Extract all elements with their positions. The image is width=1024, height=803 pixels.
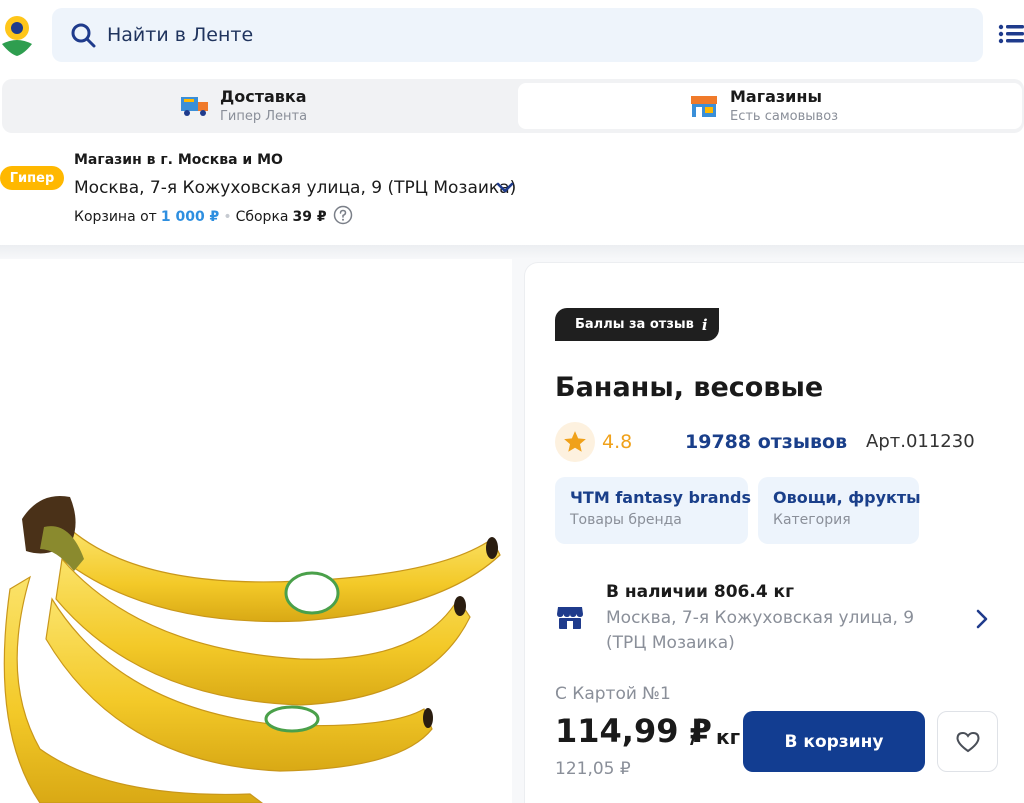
- help-icon[interactable]: [333, 205, 353, 229]
- product-title: Бананы, весовые: [555, 372, 824, 403]
- star-icon: [564, 431, 586, 452]
- basket-label: Корзина от: [74, 209, 157, 225]
- favorite-button[interactable]: [937, 711, 998, 772]
- review-points-badge[interactable]: Баллы за отзыв i: [555, 308, 719, 341]
- heart-icon: [955, 731, 980, 752]
- delivery-mode-switch: Доставка Гипер Лента Магазины Есть самов…: [2, 79, 1024, 133]
- shop-icon: [556, 605, 584, 635]
- search-bar[interactable]: [52, 8, 983, 62]
- store-icon: [690, 94, 718, 122]
- article-number: Арт.011230: [866, 431, 975, 452]
- lenta-logo[interactable]: [0, 14, 34, 58]
- tab-stores-subtitle: Есть самовывоз: [730, 109, 839, 124]
- info-icon: i: [701, 315, 708, 334]
- store-format-badge: Гипер: [0, 166, 64, 190]
- chevron-down-icon[interactable]: [495, 180, 515, 199]
- review-points-label: Баллы за отзыв: [575, 317, 694, 332]
- meta-separator: •: [223, 209, 232, 225]
- rating-value: 4.8: [602, 431, 633, 453]
- reviews-link[interactable]: 19788 отзывов: [685, 431, 847, 453]
- product-image[interactable]: [0, 259, 512, 803]
- tab-stores[interactable]: Магазины Есть самовывоз: [518, 83, 1022, 129]
- store-conditions: Корзина от 1 000 ₽ • Сборка 39 ₽: [74, 205, 353, 229]
- store-address[interactable]: Москва, 7-я Кожуховская улица, 9 (ТРЦ Мо…: [74, 178, 516, 198]
- regular-price: 121,05 ₽: [555, 759, 631, 779]
- brand-name: ЧТМ fantasy brands: [570, 488, 751, 507]
- divider: [0, 245, 1024, 259]
- assembly-label: Сборка: [235, 209, 289, 225]
- price-unit: кг: [716, 725, 741, 749]
- tab-delivery-title: Доставка: [220, 87, 307, 106]
- tab-delivery[interactable]: Доставка Гипер Лента: [2, 79, 514, 133]
- assembly-price: 39 ₽: [292, 209, 327, 225]
- chevron-right-icon[interactable]: [975, 609, 989, 633]
- delivery-truck-icon: [180, 93, 210, 121]
- tab-stores-title: Магазины: [730, 87, 822, 106]
- search-icon: [70, 22, 96, 52]
- stock-availability: В наличии 806.4 кг: [606, 582, 794, 602]
- category-caption: Категория: [773, 512, 851, 528]
- loyalty-card-label: С Картой №1: [555, 684, 671, 704]
- category-name: Овощи, фрукты: [773, 488, 921, 507]
- banana-image: [3, 495, 501, 803]
- basket-min: 1 000 ₽: [160, 209, 220, 225]
- rating-badge: [555, 422, 595, 462]
- category-chip[interactable]: Овощи, фрукты Категория: [758, 477, 921, 544]
- tab-delivery-subtitle: Гипер Лента: [220, 109, 308, 124]
- store-city: Магазин в г. Москва и МО: [74, 152, 283, 168]
- search-input[interactable]: [107, 20, 957, 50]
- price-separator: /: [690, 712, 701, 750]
- stock-store-address: Москва, 7-я Кожуховская улица, 9 (ТРЦ Мо…: [606, 608, 915, 653]
- add-to-cart-button[interactable]: В корзину: [743, 711, 925, 772]
- card-price: 114,99 ₽: [555, 712, 712, 750]
- brand-caption: Товары бренда: [570, 512, 682, 528]
- catalog-menu-icon[interactable]: [998, 24, 1024, 48]
- brand-chip[interactable]: ЧТМ fantasy brands Товары бренда: [555, 477, 751, 544]
